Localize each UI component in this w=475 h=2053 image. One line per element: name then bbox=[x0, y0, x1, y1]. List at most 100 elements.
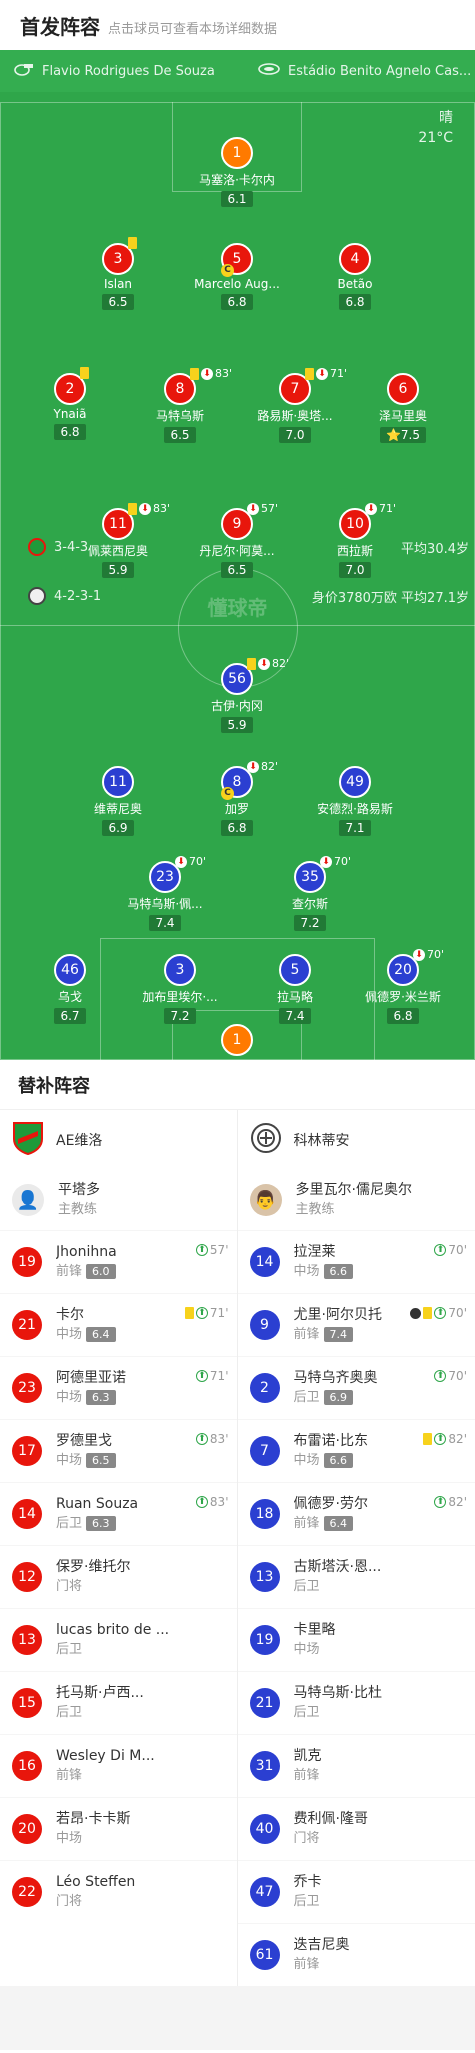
away-player[interactable]: 56 ⬇ 82' 古伊·内冈 5.9 bbox=[177, 657, 297, 733]
player-name: 马塞洛·卡尔内 bbox=[199, 173, 275, 187]
player-rating: 6.8 bbox=[339, 294, 371, 310]
home-player[interactable]: 10 ⬇ 71' 西拉斯 7.0 bbox=[295, 502, 415, 578]
sub-player-rating: 6.3 bbox=[86, 1390, 116, 1405]
yellow-card-icon bbox=[128, 237, 137, 249]
sub-player-row[interactable]: 16 Wesley Di M... 前锋 bbox=[0, 1734, 237, 1797]
sub-player-number: 13 bbox=[12, 1625, 42, 1655]
sub-in-icon: ⬆ bbox=[195, 1370, 208, 1382]
sub-player-info: 拉涅莱 中场 6.6 bbox=[294, 1242, 354, 1282]
sub-player-name: 迭吉尼奥 bbox=[293, 1937, 350, 1953]
player-name: 马特乌斯·佩... bbox=[127, 897, 203, 911]
home-player[interactable]: 5 C Marcelo Aug... 6.8 bbox=[177, 243, 297, 310]
sub-player-row[interactable]: 18 佩德罗·劳尔 前锋 6.4 ⬆ 82' bbox=[237, 1482, 475, 1545]
sub-player-row[interactable]: 20 若昂·卡卡斯 中场 bbox=[0, 1797, 237, 1860]
sub-out-icon: ⬇ bbox=[201, 367, 213, 380]
sub-minute: 83' bbox=[215, 367, 233, 380]
coach-avatar-photo: 👨 bbox=[249, 1184, 282, 1216]
sub-player-row[interactable]: 7 布雷诺·比东 中场 6.6 ⬆ 82' bbox=[237, 1419, 475, 1482]
sub-player-info: 卡尔 中场 6.4 bbox=[56, 1305, 116, 1345]
away-player[interactable]: 46 乌戈 6.7 bbox=[10, 954, 130, 1024]
home-team-name: AE维洛 bbox=[56, 1133, 103, 1149]
home-player[interactable]: 9 ⬇ 57' 丹尼尔·阿莫... 6.5 bbox=[177, 502, 297, 578]
sub-player-number: 22 bbox=[12, 1877, 42, 1907]
sub-player-row[interactable]: 12 保罗·维托尔 门将 bbox=[0, 1545, 237, 1608]
sub-player-row[interactable]: 17 罗德里戈 中场 6.5 ⬆ 83' bbox=[0, 1419, 237, 1482]
sub-player-row[interactable]: 13 古斯塔沃·恩... 后卫 bbox=[237, 1545, 475, 1608]
home-player[interactable]: 7 ⬇ 71' 路易斯·奥塔... 7.0 bbox=[235, 367, 355, 443]
sub-player-row[interactable]: 22 Léo Steffen 门将 bbox=[0, 1860, 237, 1923]
sub-player-info: 迭吉尼奥 前锋 bbox=[294, 1935, 350, 1975]
sub-player-row[interactable]: 23 阿德里亚诺 中场 6.3 ⬆ 71' bbox=[0, 1356, 237, 1419]
away-player[interactable]: 23 ⬇ 70' 马特乌斯·佩... 7.4 bbox=[105, 855, 225, 931]
sub-player-name: 古斯塔沃·恩... bbox=[293, 1559, 382, 1575]
away-player[interactable]: 35 ⬇ 70' 查尔斯 7.2 bbox=[250, 855, 370, 931]
away-player[interactable]: 5 拉马略 7.4 bbox=[235, 954, 355, 1024]
sub-player-row[interactable]: 47 乔卡 后卫 bbox=[237, 1860, 475, 1923]
home-team-logo-icon bbox=[12, 1121, 44, 1159]
home-team-row[interactable]: AE维洛 bbox=[0, 1110, 237, 1170]
player-events bbox=[80, 367, 89, 379]
sub-player-row[interactable]: 31 凯克 前锋 bbox=[237, 1734, 475, 1797]
sub-player-name: 马特乌齐奥奥 bbox=[293, 1370, 378, 1386]
sub-player-position: 中场 bbox=[293, 1264, 320, 1279]
home-player[interactable]: 2 Ynaiã 6.8 bbox=[10, 367, 130, 440]
away-player[interactable]: 11 维蒂尼奥 6.9 bbox=[58, 766, 178, 836]
sub-player-name: 卡里略 bbox=[293, 1622, 336, 1638]
sub-player-position: 中场 bbox=[56, 1327, 83, 1342]
sub-player-info: 费利佩·隆哥 门将 bbox=[294, 1809, 368, 1849]
player-number: 11 bbox=[102, 766, 134, 798]
sub-player-row[interactable]: 15 托马斯·卢西... 后卫 bbox=[0, 1671, 237, 1734]
sub-minute: 83' bbox=[153, 502, 171, 515]
sub-player-info: 乔卡 后卫 bbox=[294, 1872, 322, 1912]
sub-player-position: 后卫 bbox=[293, 1579, 320, 1594]
sub-player-row[interactable]: 19 Jhonihna 前锋 6.0 ⬆ 57' bbox=[0, 1230, 237, 1293]
sub-player-name: 乔卡 bbox=[293, 1874, 322, 1890]
sub-player-row[interactable]: 40 费利佩·隆哥 门将 bbox=[237, 1797, 475, 1860]
sub-player-info: Wesley Di M... 前锋 bbox=[56, 1746, 155, 1786]
away-coach-name: 多里瓦尔·儒尼奥尔 bbox=[295, 1182, 412, 1198]
sub-player-info: Léo Steffen 门将 bbox=[56, 1872, 135, 1912]
sub-player-number: 14 bbox=[12, 1499, 42, 1529]
sub-player-name: 布雷诺·比东 bbox=[293, 1433, 368, 1449]
sub-player-row[interactable]: 21 卡尔 中场 6.4 ⬆ 71' bbox=[0, 1293, 237, 1356]
sub-player-position: 前锋 bbox=[56, 1264, 83, 1279]
sub-player-row[interactable]: 9 尤里·阿尔贝托 前锋 7.4 ⬆ 70' bbox=[237, 1293, 475, 1356]
sub-in-icon: ⬆ bbox=[434, 1370, 447, 1382]
captain-badge-icon: C bbox=[221, 787, 234, 800]
home-player[interactable]: 4 Betão 6.8 bbox=[295, 243, 415, 310]
sub-player-row[interactable]: 13 lucas brito de ... 后卫 bbox=[0, 1608, 237, 1671]
home-coach-row[interactable]: 👤 平塔多 主教练 bbox=[0, 1170, 237, 1230]
away-coach-row[interactable]: 👨 多里瓦尔·儒尼奥尔 主教练 bbox=[238, 1170, 475, 1230]
sub-player-number: 61 bbox=[249, 1940, 280, 1970]
away-player[interactable]: 49 安德烈·路易斯 7.1 bbox=[295, 766, 415, 836]
away-player[interactable]: 8 C ⬇ 82' 加罗 6.8 bbox=[177, 760, 297, 836]
sub-player-row[interactable]: 14 拉涅莱 中场 6.6 ⬆ 70' bbox=[237, 1230, 475, 1293]
page-subtitle: 点击球员可查看本场详细数据 bbox=[108, 21, 278, 37]
home-player[interactable]: 1 马塞洛·卡尔内 6.1 bbox=[177, 137, 297, 207]
sub-player-row[interactable]: 21 马特乌斯·比杜 后卫 bbox=[237, 1671, 475, 1734]
away-player[interactable]: 1乌戈·索萨6.8 bbox=[177, 1024, 297, 1060]
sub-player-row[interactable]: 61 迭吉尼奥 前锋 bbox=[237, 1923, 475, 1986]
sub-player-number: 7 bbox=[249, 1436, 280, 1466]
player-number: 6 bbox=[387, 373, 419, 405]
sub-player-row[interactable]: 14 Ruan Souza 后卫 6.3 ⬆ 83' bbox=[0, 1482, 237, 1545]
away-player[interactable]: 20 ⬇ 70' 佩德罗·米兰斯 6.8 bbox=[343, 948, 463, 1024]
sub-player-name: 马特乌斯·比杜 bbox=[293, 1685, 382, 1701]
player-name: 安德烈·路易斯 bbox=[317, 802, 393, 816]
sub-player-row[interactable]: 2 马特乌齐奥奥 后卫 6.9 ⬆ 70' bbox=[237, 1356, 475, 1419]
player-name: 路易斯·奥塔... bbox=[257, 409, 333, 423]
home-player[interactable]: 6 泽马里奥 ⭐7.5 bbox=[343, 373, 463, 443]
home-player[interactable]: 11 ⬇ 83' 佩莱西尼奥 5.9 bbox=[58, 502, 178, 578]
sub-out-icon: ⬇ bbox=[316, 367, 328, 380]
sub-in-icon: ⬆ bbox=[195, 1433, 208, 1445]
home-player[interactable]: 8 ⬇ 83' 马特乌斯 6.5 bbox=[120, 367, 240, 443]
sub-player-events: ⬆ 71' bbox=[195, 1369, 229, 1383]
sub-in-icon: ⬆ bbox=[434, 1433, 447, 1445]
sub-player-rating: 6.5 bbox=[86, 1453, 116, 1468]
away-team-row[interactable]: 科林蒂安 bbox=[238, 1110, 475, 1170]
away-player[interactable]: 3 加布里埃尔·... 7.2 bbox=[120, 954, 240, 1024]
player-name: 加布里埃尔·... bbox=[142, 990, 218, 1004]
yellow-card-icon bbox=[423, 1433, 433, 1445]
home-player[interactable]: 3 Islan 6.5 bbox=[58, 237, 178, 310]
sub-player-row[interactable]: 19 卡里略 中场 bbox=[237, 1608, 475, 1671]
